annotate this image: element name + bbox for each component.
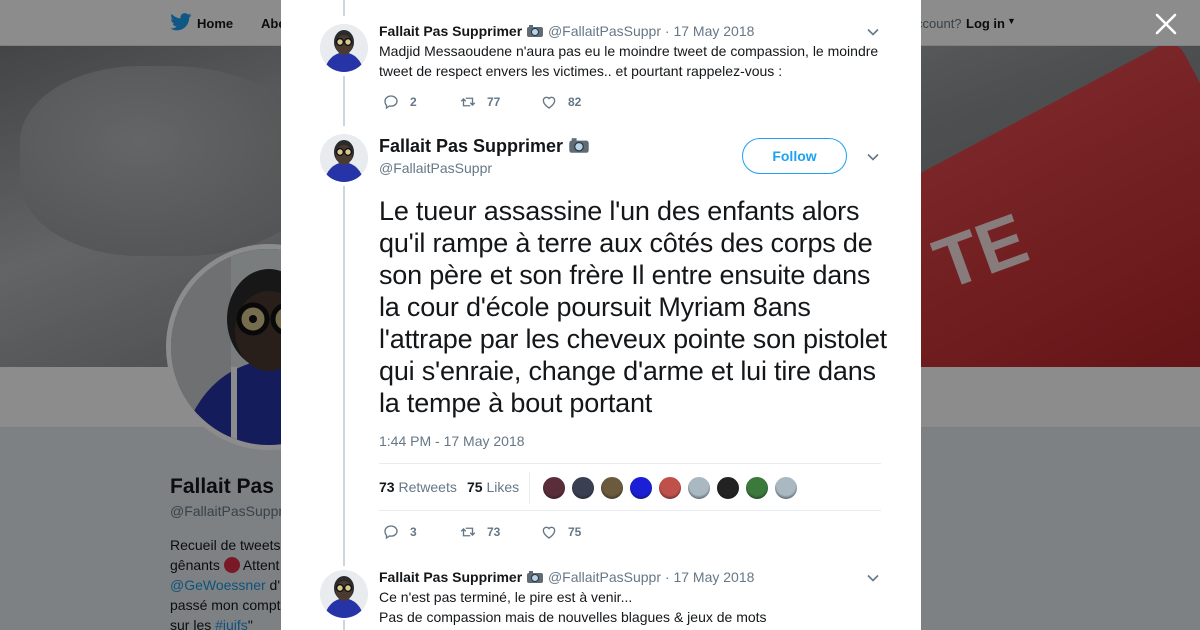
- liker-avatar[interactable]: [658, 476, 682, 500]
- tweet-author-name[interactable]: Fallait Pas Supprimer: [379, 569, 522, 585]
- liker-avatar[interactable]: [745, 476, 769, 500]
- retweet-icon: [460, 97, 476, 107]
- heart-icon: [542, 96, 556, 109]
- liker-avatar[interactable]: [542, 476, 566, 500]
- tweet-actions: 3 73 75: [382, 523, 682, 543]
- tweet-author-handle[interactable]: @FallaitPasSuppr: [548, 569, 661, 585]
- retweets-stat-label: Retweets: [398, 479, 457, 495]
- tweet-avatar[interactable]: [320, 134, 368, 182]
- retweets-stat-count: 73: [379, 479, 395, 495]
- tweet-author-handle[interactable]: @FallaitPasSuppr: [379, 160, 492, 176]
- tweet-text: Madjid Messaoudene n'aura pas eu le moin…: [379, 43, 879, 79]
- liker-avatar[interactable]: [571, 476, 595, 500]
- close-icon[interactable]: [1153, 11, 1179, 37]
- chevron-down-icon[interactable]: [866, 571, 880, 585]
- liker-avatar[interactable]: [600, 476, 624, 500]
- like-button[interactable]: 82: [540, 93, 581, 111]
- tweet-date-link[interactable]: 17 May 2018: [673, 23, 754, 39]
- liker-avatars: [542, 476, 803, 500]
- main-tweet-author: Fallait Pas Supprimer: [379, 136, 590, 157]
- likes-stat-count: 75: [467, 479, 483, 495]
- avatar-image: [320, 134, 368, 182]
- camera-emoji-icon: [527, 571, 544, 583]
- tweet-text-line: Pas de compassion mais de nouvelles blag…: [379, 609, 767, 625]
- liker-avatar[interactable]: [774, 476, 798, 500]
- likes-stat-label: Likes: [486, 479, 520, 495]
- liker-avatar[interactable]: [716, 476, 740, 500]
- retweet-icon: [460, 527, 476, 537]
- reply-button[interactable]: 3: [382, 523, 417, 541]
- tweet-author-name[interactable]: Fallait Pas Supprimer: [379, 23, 522, 39]
- chevron-down-icon[interactable]: [866, 25, 880, 39]
- tweet-stats: 73 Retweets 75 Likes: [379, 463, 881, 511]
- reply-icon: [384, 95, 398, 110]
- tweet-actions: 2 77 82: [382, 93, 682, 113]
- tweet-header: Fallait Pas Supprimer @FallaitPasSuppr ·…: [379, 23, 754, 39]
- camera-emoji-icon: [527, 25, 544, 37]
- reply-icon: [384, 525, 398, 540]
- liker-avatar[interactable]: [687, 476, 711, 500]
- tweet-avatar[interactable]: [320, 24, 368, 72]
- reply-count: 3: [410, 525, 417, 539]
- tweet-text-line: Ce n'est pas terminé, le pire est à veni…: [379, 589, 633, 605]
- chevron-down-icon[interactable]: [866, 150, 880, 164]
- tweet-timestamp[interactable]: 1:44 PM - 17 May 2018: [379, 433, 525, 449]
- like-count: 75: [568, 525, 582, 539]
- tweet-author-name[interactable]: Fallait Pas Supprimer: [379, 136, 563, 156]
- retweet-count: 73: [487, 525, 501, 539]
- tweet-date-link[interactable]: 17 May 2018: [673, 569, 754, 585]
- stats-divider: [529, 472, 530, 504]
- thread-connector: [343, 76, 345, 126]
- retweet-count: 77: [487, 95, 501, 109]
- avatar-image: [320, 570, 368, 618]
- like-count: 82: [568, 95, 582, 109]
- retweet-button[interactable]: 77: [459, 93, 500, 111]
- main-tweet-text: Le tueur assassine l'un des enfants alor…: [379, 196, 887, 418]
- header-separator: ·: [664, 23, 670, 39]
- reply-button[interactable]: 2: [382, 93, 417, 111]
- camera-emoji-icon: [569, 138, 589, 153]
- likes-stat[interactable]: 75 Likes: [467, 479, 519, 495]
- tweet-text: Ce n'est pas terminé, le pire est à veni…: [379, 587, 889, 627]
- tweet-author-handle[interactable]: @FallaitPasSuppr: [548, 23, 661, 39]
- retweets-stat[interactable]: 73 Retweets: [379, 479, 457, 495]
- tweet-permalink-modal: Fallait Pas Supprimer @FallaitPasSuppr ·…: [281, 0, 921, 630]
- retweet-button[interactable]: 73: [459, 523, 500, 541]
- liker-avatar[interactable]: [629, 476, 653, 500]
- avatar-image: [320, 24, 368, 72]
- reply-count: 2: [410, 95, 417, 109]
- thread-connector: [343, 620, 345, 630]
- tweet-header: Fallait Pas Supprimer @FallaitPasSuppr ·…: [379, 569, 754, 585]
- thread-connector: [343, 0, 345, 16]
- heart-icon: [542, 526, 556, 539]
- tweet-avatar[interactable]: [320, 570, 368, 618]
- like-button[interactable]: 75: [540, 523, 581, 541]
- header-separator: ·: [664, 569, 670, 585]
- follow-button[interactable]: Follow: [742, 138, 847, 174]
- thread-connector: [343, 186, 345, 566]
